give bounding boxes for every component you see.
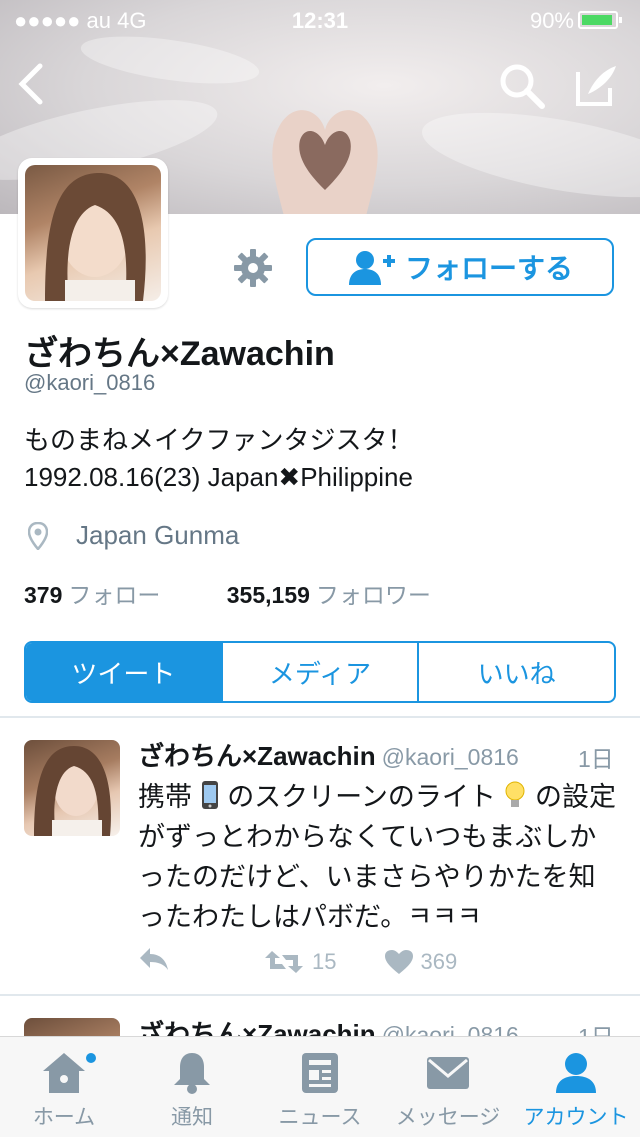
tab-messages[interactable]: メッセージ: [384, 1037, 512, 1137]
retweet-count: 15: [312, 949, 337, 974]
following-label: フォロー: [68, 582, 161, 608]
tab-account[interactable]: アカウント: [512, 1037, 640, 1137]
tweet-text-part: のスクリーンのライト: [227, 782, 496, 813]
envelope-icon: [427, 1057, 469, 1089]
tweet-author-handle: @kaori_0816: [381, 744, 519, 770]
settings-button[interactable]: [233, 248, 273, 288]
mobile-phone-icon: [201, 781, 218, 809]
profile-avatar-frame: [18, 158, 168, 308]
news-icon: [302, 1053, 338, 1093]
heart-icon: [385, 950, 414, 974]
followers-count: 355,159: [226, 582, 310, 608]
profile-tabs: ツイート メディア いいね: [24, 641, 616, 703]
tweet-item[interactable]: ざわちん×Zawachin @kaori_0816 1日: [0, 996, 640, 1036]
tab-home[interactable]: ホーム: [0, 1037, 128, 1137]
home-icon: [43, 1053, 85, 1093]
follow-button[interactable]: フォローする: [306, 238, 614, 296]
tweet-time: 1日: [578, 1018, 614, 1036]
compose-button[interactable]: [572, 62, 620, 114]
profile-avatar[interactable]: [25, 165, 161, 301]
gear-icon: [234, 249, 272, 287]
back-button[interactable]: [16, 62, 46, 110]
following-stat[interactable]: 379 フォロー: [24, 582, 167, 608]
reply-button[interactable]: [138, 946, 170, 978]
profile-bio-line-1: ものまねメイクファンタジスタ！: [24, 426, 414, 456]
tab-notifications-label: 通知: [171, 1105, 213, 1129]
reply-icon: [140, 948, 168, 970]
tab-news-label: ニュース: [278, 1105, 362, 1129]
bottom-tab-bar: ホーム 通知 ニュース メッセージ アカウント: [0, 1036, 640, 1137]
tab-notifications[interactable]: 通知: [128, 1037, 256, 1137]
retweet-icon: [265, 951, 303, 973]
followers-stat[interactable]: 355,159 フォロワー: [227, 582, 431, 608]
tweet-author-name[interactable]: ざわちん×Zawachin: [138, 741, 376, 771]
battery-icon: [578, 11, 622, 29]
light-bulb-icon: [505, 781, 525, 807]
tweet-avatar[interactable]: [24, 1018, 120, 1036]
profile-handle: @kaori_0816: [24, 370, 156, 395]
tab-likes[interactable]: いいね: [417, 643, 614, 701]
tab-messages-label: メッセージ: [395, 1105, 501, 1129]
follow-counts: 379 フォロー 355,159 フォロワー: [24, 576, 431, 610]
unread-dot: [86, 1053, 96, 1063]
person-icon: [556, 1053, 596, 1093]
tweet-actions: 15 369: [138, 946, 457, 978]
location-pin-icon: [28, 521, 48, 550]
tweet-time: 1日: [578, 746, 614, 772]
avatar-portrait: [45, 172, 146, 301]
battery-percent: 90%: [529, 8, 574, 33]
tab-home-label: ホーム: [32, 1105, 96, 1129]
tweet-avatar[interactable]: [24, 740, 120, 836]
tab-news[interactable]: ニュース: [256, 1037, 384, 1137]
chevron-left-icon: [18, 63, 43, 105]
status-bar: ●●●●● au 4G 12:31 90%: [0, 0, 640, 40]
tweet-author-handle: @kaori_0816: [381, 1022, 519, 1036]
bell-icon: [174, 1053, 210, 1094]
profile-bio-line-2: 1992.08.16(23) Japan✖Philippine: [24, 462, 413, 492]
tweet-text-part: 携帯: [138, 782, 192, 813]
profile-location: Japan Gunma: [28, 520, 239, 551]
tweet-item[interactable]: ざわちん×Zawachin @kaori_0816 1日 携帯 のスクリーンのライ…: [0, 718, 640, 994]
retweet-button[interactable]: 15: [264, 949, 336, 975]
tweet-text: 携帯 のスクリーンのライト の設定がずっとわからなくていつもまぶしかったのだけど…: [138, 778, 618, 938]
profile-name: ざわちん×Zawachin: [24, 335, 335, 373]
like-count: 369: [420, 949, 458, 974]
heart-hands-image: [272, 110, 378, 214]
tweet-avatar-portrait: [34, 746, 111, 836]
location-text: Japan Gunma: [76, 520, 240, 550]
tweet-author-name[interactable]: ざわちん×Zawachin: [138, 1019, 376, 1036]
following-count: 379: [24, 582, 63, 608]
follow-button-label: フォローする: [404, 252, 573, 285]
followers-label: フォロワー: [315, 582, 431, 608]
add-user-icon: [348, 251, 395, 285]
tab-media[interactable]: メディア: [220, 643, 418, 701]
like-button[interactable]: 369: [384, 949, 457, 975]
search-icon: [500, 64, 545, 109]
search-button[interactable]: [498, 62, 546, 114]
tab-account-label: アカウント: [523, 1105, 629, 1129]
compose-icon: [576, 66, 616, 106]
tab-tweets[interactable]: ツイート: [26, 643, 221, 701]
